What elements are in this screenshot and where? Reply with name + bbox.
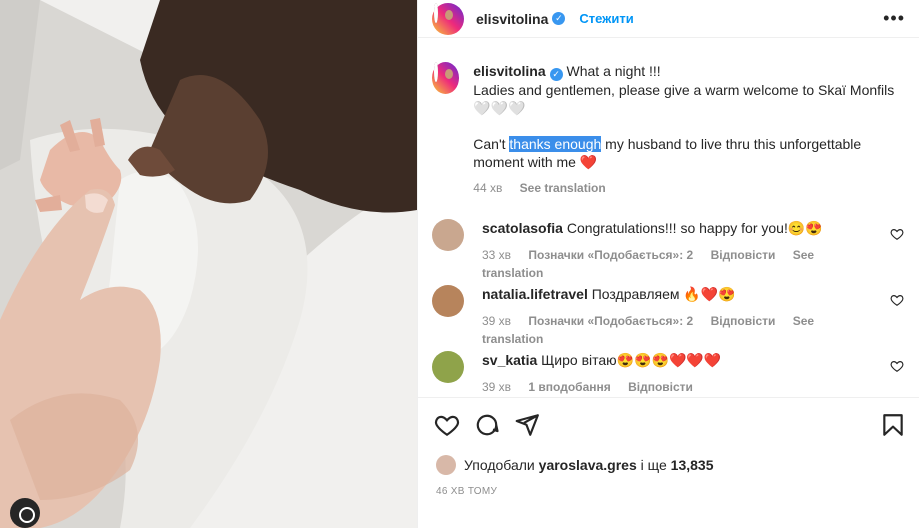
likes-middle: і ще [640, 457, 667, 473]
comment-text: Поздравляем 🔥❤️😍 [591, 286, 736, 302]
sound-toggle-icon[interactable] [10, 498, 40, 528]
comment-bubble-icon[interactable] [474, 412, 500, 438]
comment-like-icon[interactable] [890, 227, 904, 241]
baby-hands-photo [0, 0, 417, 528]
comment-time[interactable]: 33 хв [482, 248, 511, 262]
post-header: elisvitolina ✓ Стежити ••• [418, 0, 919, 38]
likes-prefix: Уподобали [464, 457, 535, 473]
caption-line1: What a night !!! [566, 63, 661, 79]
comment-item: scatolasofia Congratulations!!! so happy… [432, 219, 912, 282]
comment-avatar[interactable] [432, 285, 464, 317]
comment-likes[interactable]: Позначки «Подобається»: 2 [528, 314, 693, 328]
likes-user[interactable]: yaroslava.gres [539, 457, 637, 473]
author-username[interactable]: elisvitolina [476, 11, 548, 27]
save-bookmark-icon[interactable] [880, 412, 906, 438]
comment-time[interactable]: 39 хв [482, 314, 511, 328]
like-heart-icon[interactable] [434, 412, 460, 438]
comment-avatar[interactable] [432, 351, 464, 383]
comment-text: Congratulations!!! so happy for you!😊😍 [566, 220, 823, 236]
likes-count[interactable]: 13,835 [671, 457, 714, 473]
comment-time[interactable]: 39 хв [482, 380, 511, 394]
comment-username[interactable]: natalia.lifetravel [482, 286, 588, 302]
comment-text: Щиро вітаю😍😍😍❤️❤️❤️ [541, 352, 722, 368]
liker-avatar[interactable] [436, 455, 456, 475]
caption-avatar[interactable] [432, 62, 460, 94]
comment-like-icon[interactable] [890, 359, 904, 373]
comment-likes[interactable]: Позначки «Подобається»: 2 [528, 248, 693, 262]
post-time-ago[interactable]: 46 ХВ ТОМУ [436, 486, 497, 497]
comment-item: natalia.lifetravel Поздравляем 🔥❤️😍 39 х… [432, 285, 912, 348]
comment-reply-button[interactable]: Відповісти [628, 380, 693, 394]
caption-highlight: thanks enough [509, 136, 602, 152]
comment-reply-button[interactable]: Відповісти [711, 314, 776, 328]
caption-line3-before: Can't [473, 136, 510, 152]
caption-line2: Ladies and gentlemen, please give a warm… [473, 82, 895, 116]
comment-reply-button[interactable]: Відповісти [711, 248, 776, 262]
post-photo[interactable] [0, 0, 417, 528]
author-avatar[interactable] [432, 2, 464, 35]
comment-like-icon[interactable] [890, 293, 904, 307]
comment-username[interactable]: scatolasofia [482, 220, 563, 236]
post-side-panel: elisvitolina ✓ Стежити ••• elisvitolina ✓… [417, 0, 919, 528]
follow-button[interactable]: Стежити [579, 11, 633, 26]
caption-time[interactable]: 44 хв [473, 181, 502, 195]
comment-username[interactable]: sv_katia [482, 352, 537, 368]
comment-item: sv_katia Щиро вітаю😍😍😍❤️❤️❤️ 39 хв 1 впо… [432, 351, 912, 396]
verified-badge-icon: ✓ [552, 12, 566, 25]
more-options-icon[interactable]: ••• [883, 8, 905, 29]
share-paper-plane-icon[interactable] [514, 412, 540, 438]
verified-badge-icon: ✓ [549, 68, 563, 81]
likes-summary: Уподобали yaroslava.gres і ще 13,835 [436, 455, 714, 475]
red-heart-emoji-icon: ❤️ [579, 154, 598, 170]
caption-see-translation[interactable]: See translation [520, 181, 606, 195]
comment-likes[interactable]: 1 вподобання [528, 380, 610, 394]
action-bar [418, 397, 919, 451]
post-caption: elisvitolina ✓ What a night !!! Ladies an… [432, 62, 902, 197]
caption-username[interactable]: elisvitolina [473, 63, 545, 79]
comment-avatar[interactable] [432, 219, 464, 251]
